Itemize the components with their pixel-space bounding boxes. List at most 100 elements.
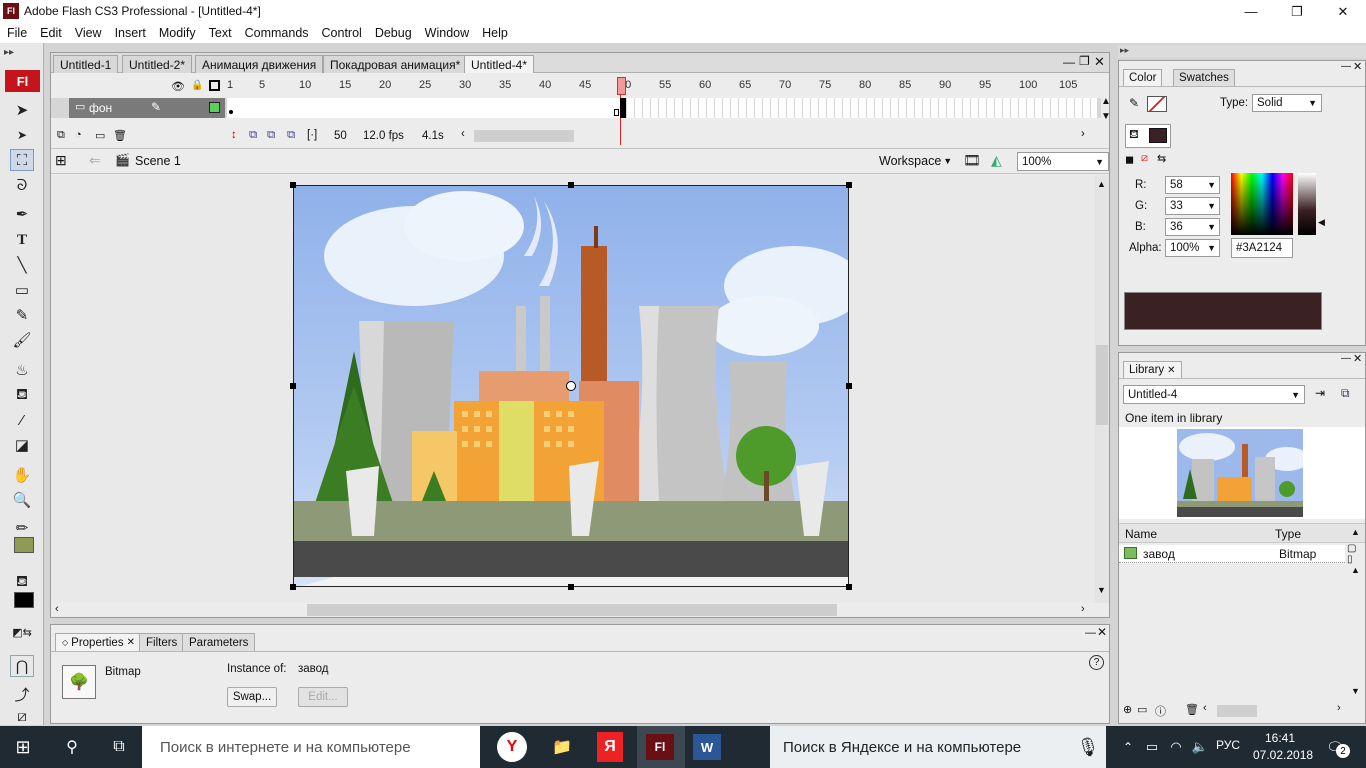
edit-symbols-icon[interactable]: ◭ [991, 152, 1002, 169]
delete-icon[interactable]: 🗑 [1185, 703, 1199, 716]
taskbar-search-input[interactable]: Поиск в интернете и на компьютере [142, 726, 480, 768]
default-colors-icon[interactable]: ◼ [1125, 153, 1134, 166]
timeline-ruler[interactable]: 1510152025303540455055606570758085909510… [227, 78, 1097, 94]
tab-color[interactable]: Color [1123, 69, 1163, 86]
menu-insert[interactable]: Insert [115, 26, 146, 40]
scroll-right-icon[interactable]: › [1081, 603, 1085, 615]
minimize-button[interactable]: — [1228, 0, 1274, 23]
doc-close-icon[interactable]: ✕ [1094, 54, 1105, 70]
outline-icon[interactable] [209, 80, 220, 91]
edit-button[interactable]: Edit... [298, 687, 348, 707]
line-icon[interactable]: ╲ [10, 254, 34, 276]
center-frame-icon[interactable]: ↕ [231, 129, 237, 141]
green-field[interactable]: 33 ▼ [1165, 197, 1220, 215]
library-scroll-down-icon[interactable]: ▼ [1351, 686, 1360, 696]
clock-date[interactable]: 07.02.2018 [1253, 748, 1313, 762]
panel-minimize-icon[interactable]: — [1341, 61, 1351, 72]
eye-icon[interactable]: 👁 [171, 80, 185, 93]
menu-window[interactable]: Window [425, 26, 469, 40]
timeline-toggle-icon[interactable]: ⊞ [55, 152, 67, 169]
panel-minimize-icon[interactable]: — [1341, 353, 1351, 364]
yandex-browser-icon[interactable]: Y [497, 732, 527, 762]
transform-handle[interactable] [568, 584, 574, 590]
swap-button[interactable]: Swap... [227, 687, 277, 707]
scene-name[interactable]: Scene 1 [135, 154, 181, 168]
maximize-button[interactable]: ❐ [1274, 0, 1320, 23]
hand-icon[interactable]: ✋ [10, 464, 34, 486]
scroll-down-icon[interactable]: ▼ [1097, 585, 1106, 595]
onion-outline-icon[interactable]: ⧉ [267, 129, 275, 142]
library-scroll-right-icon[interactable]: › [1337, 702, 1341, 714]
stage-vscroll[interactable]: ▲ ▼ [1095, 175, 1109, 603]
pencil-icon[interactable]: ✎ [10, 304, 34, 326]
playhead[interactable] [617, 77, 626, 95]
notifications-icon[interactable]: 🗨 2 [1322, 736, 1350, 758]
no-color-icon[interactable]: ⧄ [1141, 152, 1148, 165]
layer-outline-color[interactable] [209, 102, 220, 113]
menu-commands[interactable]: Commands [245, 26, 309, 40]
sort-icon[interactable]: ▲ [1351, 527, 1360, 537]
brightness-slider[interactable] [1298, 173, 1316, 235]
smooth-icon[interactable]: ⤴ [10, 683, 34, 705]
timeline-scroll-right-icon[interactable]: › [1081, 128, 1085, 140]
timeline-hscroll-thumb[interactable] [474, 130, 574, 142]
help-icon[interactable]: ? [1089, 655, 1104, 670]
flash-taskbar-item[interactable]: Fl [637, 726, 685, 768]
layer-name[interactable]: фон [69, 98, 225, 118]
transform-handle[interactable] [290, 383, 296, 389]
library-item-name[interactable]: завод [1143, 547, 1175, 561]
insert-layer-icon[interactable]: ⧉ [57, 129, 65, 142]
close-button[interactable]: ✕ [1320, 0, 1366, 23]
yandex-icon[interactable]: Я [597, 732, 623, 762]
hscroll-thumb[interactable] [307, 604, 837, 616]
modify-onion-markers-icon[interactable]: [·] [307, 129, 317, 141]
tab-properties[interactable]: ◇ Properties ✕ [55, 633, 142, 651]
fill-color-icon[interactable]: ⛾ [10, 571, 34, 593]
tab-motion-animation[interactable]: Анимация движения [195, 55, 324, 73]
library-scroll-left-icon[interactable]: ‹ [1203, 702, 1207, 714]
back-arrow-icon[interactable]: ⇐ [89, 152, 101, 169]
delete-layer-icon[interactable]: 🗑 [113, 129, 127, 142]
snap-magnet-icon[interactable]: ⋂ [10, 655, 34, 677]
windows-start-icon[interactable]: ⊞ [7, 732, 39, 762]
tab-swatches[interactable]: Swatches [1173, 69, 1235, 86]
rectangle-icon[interactable]: ▭ [10, 279, 34, 301]
panel-minimize-icon[interactable]: — [1085, 627, 1096, 639]
zoom-select[interactable]: 100% ▼ [1017, 152, 1109, 171]
lasso-icon[interactable]: ᘐ [10, 174, 34, 196]
volume-icon[interactable]: 🔈 [1184, 732, 1216, 762]
col-type[interactable]: Type [1275, 527, 1301, 541]
text-icon[interactable]: T [10, 229, 34, 251]
brush-icon[interactable]: 🖌 [10, 329, 34, 351]
search-icon[interactable]: ⚲ [56, 732, 88, 762]
tab-filters[interactable]: Filters [139, 633, 185, 651]
tab-untitled-4[interactable]: Untitled-4* [464, 55, 535, 73]
panel-close-icon[interactable]: ✕ [1097, 625, 1107, 639]
menu-control[interactable]: Control [322, 26, 362, 40]
menu-modify[interactable]: Modify [159, 26, 196, 40]
properties-icon[interactable]: ⓘ [1155, 703, 1166, 719]
new-library-icon[interactable]: ⧉ [1341, 386, 1350, 401]
lock-icon[interactable]: 🔒 [191, 80, 203, 91]
menu-help[interactable]: Help [482, 26, 508, 40]
word-icon[interactable]: W [693, 734, 721, 760]
library-document-select[interactable]: Untitled-4 ▼ [1123, 385, 1305, 404]
library-scroll-up-icon[interactable]: ▲ [1351, 565, 1360, 575]
doc-restore-icon[interactable]: ❐ [1079, 54, 1090, 68]
stage-hscroll[interactable]: ‹ › [51, 603, 1109, 617]
new-symbol-icon[interactable]: ⊕ [1123, 703, 1132, 716]
onion-skin-icon[interactable]: ⧉ [249, 129, 257, 142]
library-hscroll-thumb[interactable] [1217, 705, 1257, 717]
clock-time[interactable]: 16:41 [1265, 731, 1295, 745]
color-spectrum[interactable] [1231, 173, 1293, 235]
stroke-color-swatch[interactable] [14, 537, 34, 553]
menu-view[interactable]: View [75, 26, 102, 40]
col-name[interactable]: Name [1125, 527, 1157, 541]
library-item[interactable]: завод Bitmap [1119, 545, 1345, 563]
language-indicator[interactable]: РУС [1216, 738, 1240, 752]
timeline-scroll-left-icon[interactable]: ‹ [461, 128, 465, 140]
vscroll-thumb[interactable] [1096, 345, 1108, 425]
eraser-icon[interactable]: ◪ [10, 434, 34, 456]
menu-debug[interactable]: Debug [375, 26, 412, 40]
type-select[interactable]: Solid ▼ [1252, 94, 1322, 112]
